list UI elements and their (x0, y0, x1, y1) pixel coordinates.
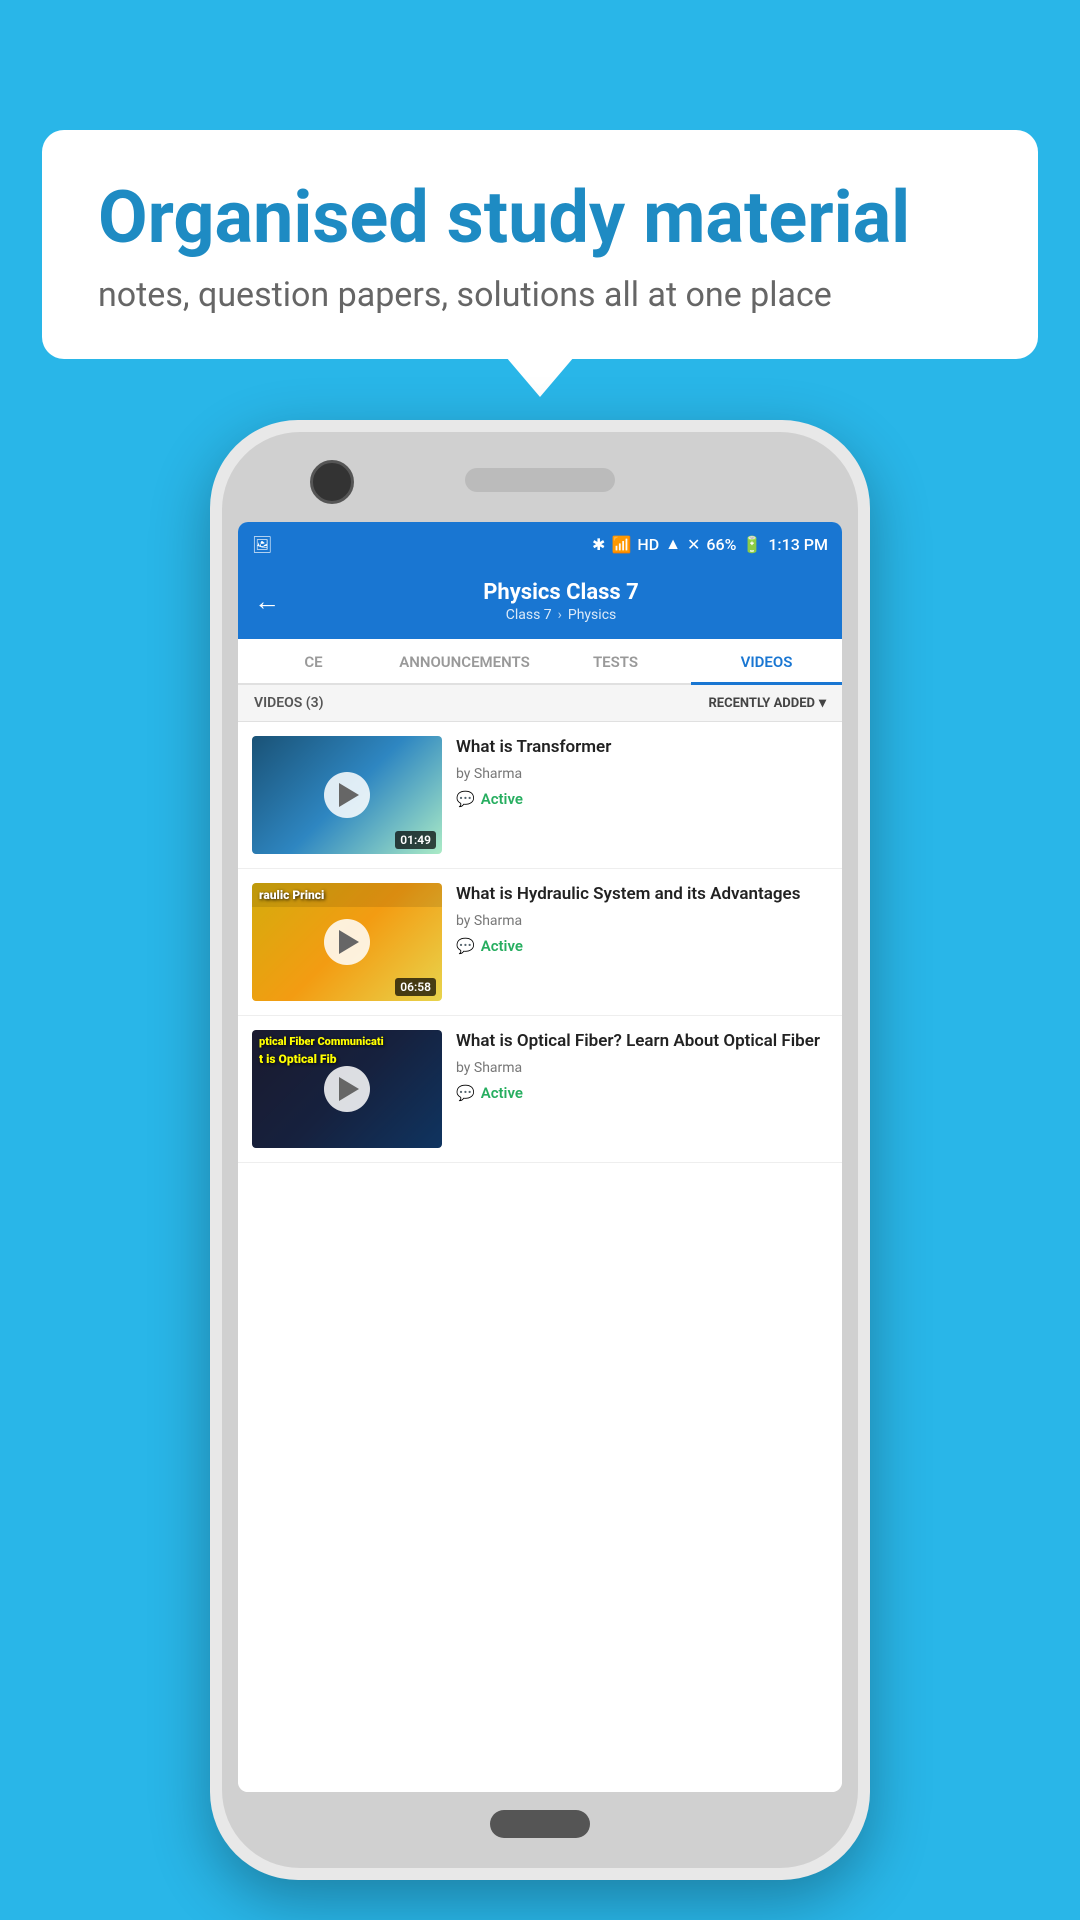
sort-chevron-icon: ▾ (819, 695, 826, 711)
filter-bar: VIDEOS (3) RECENTLY ADDED ▾ (238, 685, 842, 722)
video-title-1: What is Transformer (456, 736, 828, 758)
video-status-2: 💬 Active (456, 937, 828, 955)
thumb-bg-optical: ptical Fiber Communicati t is Optical Fi… (252, 1030, 442, 1148)
video-author-2: by Sharma (456, 913, 828, 929)
time-display: 1:13 PM (768, 535, 828, 554)
phone-inner: 🖼 ✱ 📶 HD ▲ ✕ 66% 🔋 1:13 PM ← (222, 432, 858, 1868)
wifi-icon: ▲ (665, 534, 681, 554)
thumb-overlay-text: raulic Princi (252, 883, 442, 907)
video-author-1: by Sharma (456, 766, 828, 782)
tab-announcements[interactable]: ANNOUNCEMENTS (389, 639, 540, 683)
breadcrumb-separator: › (558, 607, 562, 623)
video-list: 01:49 What is Transformer by Sharma 💬 Ac… (238, 722, 842, 1792)
battery-level: 66% (706, 535, 736, 554)
play-icon (339, 783, 359, 807)
breadcrumb: Class 7 › Physics (296, 607, 826, 623)
list-item[interactable]: 01:49 What is Transformer by Sharma 💬 Ac… (238, 722, 842, 869)
signal-icon: 📶 (611, 535, 631, 554)
data-icon: ✕ (687, 535, 700, 554)
list-item[interactable]: raulic Princi 06:58 What is Hydraulic Sy… (238, 869, 842, 1016)
status-left: 🖼 (252, 535, 272, 554)
video-info-3: What is Optical Fiber? Learn About Optic… (456, 1030, 828, 1102)
promo-bubble: Organised study material notes, question… (42, 130, 1038, 359)
header-title-area: Physics Class 7 Class 7 › Physics (296, 580, 826, 623)
image-icon: 🖼 (252, 535, 272, 554)
chat-icon: 💬 (456, 1084, 475, 1102)
video-duration-2: 06:58 (395, 978, 436, 996)
play-button-2[interactable] (324, 919, 370, 965)
video-info-2: What is Hydraulic System and its Advanta… (456, 883, 828, 955)
phone-mockup: 🖼 ✱ 📶 HD ▲ ✕ 66% 🔋 1:13 PM ← (68, 420, 1012, 1890)
sort-button[interactable]: RECENTLY ADDED ▾ (708, 695, 826, 711)
bluetooth-icon: ✱ (592, 535, 605, 554)
sort-label: RECENTLY ADDED (708, 696, 815, 711)
play-button-1[interactable] (324, 772, 370, 818)
status-bar: 🖼 ✱ 📶 HD ▲ ✕ 66% 🔋 1:13 PM (238, 522, 842, 566)
video-status-1: 💬 Active (456, 790, 828, 808)
video-title-2: What is Hydraulic System and its Advanta… (456, 883, 828, 905)
tab-tests[interactable]: TESTS (540, 639, 691, 683)
video-thumbnail-2[interactable]: raulic Princi 06:58 (252, 883, 442, 1001)
home-button[interactable] (490, 1810, 590, 1838)
phone-outer: 🖼 ✱ 📶 HD ▲ ✕ 66% 🔋 1:13 PM ← (210, 420, 870, 1880)
video-count: VIDEOS (3) (254, 695, 324, 711)
status-label-2: Active (481, 937, 523, 955)
phone-speaker (465, 468, 615, 492)
status-label-1: Active (481, 790, 523, 808)
tabs-bar: CE ANNOUNCEMENTS TESTS VIDEOS (238, 639, 842, 685)
tab-ce[interactable]: CE (238, 639, 389, 683)
video-status-3: 💬 Active (456, 1084, 828, 1102)
app-header: ← Physics Class 7 Class 7 › Physics (238, 566, 842, 639)
chat-icon: 💬 (456, 937, 475, 955)
status-label-3: Active (481, 1084, 523, 1102)
phone-screen: 🖼 ✱ 📶 HD ▲ ✕ 66% 🔋 1:13 PM ← (238, 522, 842, 1792)
play-icon (339, 930, 359, 954)
breadcrumb-subject: Physics (568, 607, 616, 623)
list-item[interactable]: ptical Fiber Communicati t is Optical Fi… (238, 1016, 842, 1163)
speech-bubble: Organised study material notes, question… (42, 130, 1038, 359)
bubble-title: Organised study material (98, 178, 982, 257)
video-info-1: What is Transformer by Sharma 💬 Active (456, 736, 828, 808)
video-thumbnail-1[interactable]: 01:49 (252, 736, 442, 854)
play-button-3[interactable] (324, 1066, 370, 1112)
play-icon (339, 1077, 359, 1101)
phone-camera (310, 460, 354, 504)
video-title-3: What is Optical Fiber? Learn About Optic… (456, 1030, 828, 1052)
bubble-subtitle: notes, question papers, solutions all at… (98, 275, 982, 315)
status-right: ✱ 📶 HD ▲ ✕ 66% 🔋 1:13 PM (592, 534, 828, 554)
breadcrumb-class: Class 7 (506, 607, 552, 623)
video-author-3: by Sharma (456, 1060, 828, 1076)
video-duration-1: 01:49 (395, 831, 436, 849)
chat-icon: 💬 (456, 790, 475, 808)
back-button[interactable]: ← (254, 586, 280, 617)
hd-badge: HD (637, 535, 659, 554)
video-thumbnail-3[interactable]: ptical Fiber Communicati t is Optical Fi… (252, 1030, 442, 1148)
page-title: Physics Class 7 (296, 580, 826, 605)
battery-icon: 🔋 (742, 535, 762, 554)
tab-videos[interactable]: VIDEOS (691, 639, 842, 683)
